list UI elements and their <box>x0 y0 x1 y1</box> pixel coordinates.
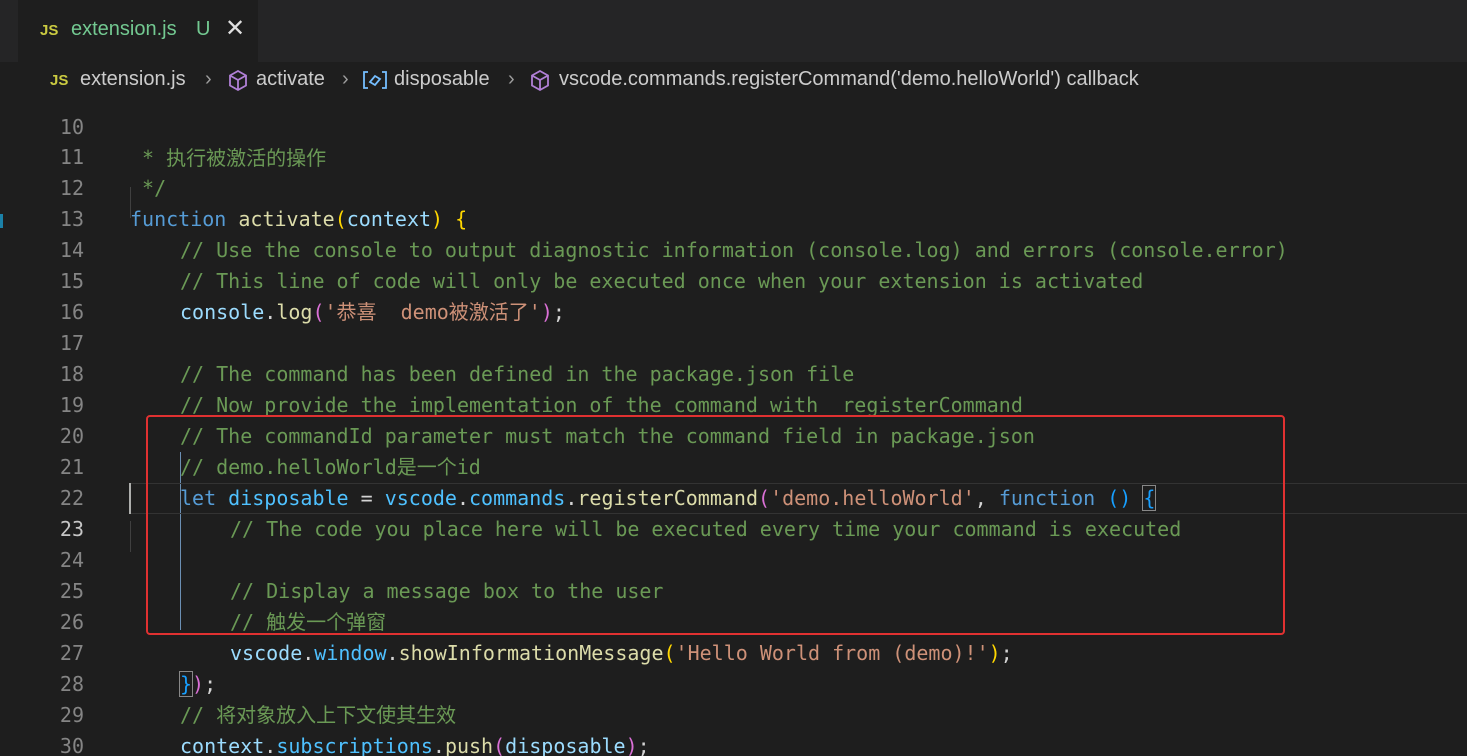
code-line[interactable]: 12 function activate(context) { <box>0 142 1467 231</box>
variable-symbol-icon <box>363 71 387 89</box>
tab-filename: extension.js <box>71 18 177 40</box>
breadcrumb-item-variable[interactable]: disposable <box>394 68 490 91</box>
code-line[interactable]: 30 } <box>0 700 1467 756</box>
javascript-file-icon: JS <box>50 72 69 89</box>
code-line[interactable]: 21 let disposable = vscode.commands.regi… <box>0 421 1467 511</box>
method-symbol-icon <box>531 70 549 92</box>
chevron-right-icon: › <box>205 68 212 90</box>
code-line[interactable]: 29 context.subscriptions.push(disposable… <box>0 669 1467 756</box>
code-line[interactable]: 15 console.log('恭喜 demo被激活了'); <box>0 235 1467 324</box>
tab-extension-js[interactable]: JS extension.js U ✕ <box>18 0 258 62</box>
code-editor[interactable]: 10 * 执行被激活的操作 11 */ 12 function activate… <box>0 96 1467 756</box>
code-line[interactable]: 20 // demo.helloWorld是一个id <box>0 390 1467 479</box>
chevron-right-icon: › <box>342 68 349 90</box>
code-line[interactable]: 19 // The commandId parameter must match… <box>0 359 1467 448</box>
code-line[interactable]: 18 // Now provide the implementation of … <box>0 328 1467 417</box>
code-line[interactable]: 14 // This line of code will only be exe… <box>0 204 1467 293</box>
code-line[interactable]: 31 <box>0 731 1467 756</box>
breadcrumb-item-file[interactable]: extension.js <box>80 68 186 91</box>
tab-git-status: U <box>196 18 211 40</box>
breadcrumb: JS extension.js › activate › disposable … <box>0 62 1467 98</box>
method-symbol-icon <box>229 70 247 92</box>
breadcrumb-item-callback[interactable]: vscode.commands.registerCommand('demo.he… <box>559 68 1139 91</box>
code-line[interactable]: 10 * 执行被激活的操作 <box>0 96 1467 170</box>
code-line[interactable]: 24 // Display a message box to the user <box>0 514 1467 603</box>
code-line[interactable]: 26 vscode.window.showInformationMessage(… <box>0 576 1467 665</box>
breadcrumb-item-function[interactable]: activate <box>256 68 325 91</box>
code-line[interactable]: 17 // The command has been defined in th… <box>0 297 1467 386</box>
code-line[interactable]: 16 <box>0 266 1467 324</box>
code-line[interactable]: 27 }); <box>0 607 1467 697</box>
code-line[interactable]: 25 // 触发一个弹窗 <box>0 545 1467 634</box>
code-line[interactable]: 13 // Use the console to output diagnost… <box>0 173 1467 262</box>
javascript-file-icon: JS <box>40 22 59 39</box>
code-line[interactable]: 22 // The code you place here will be ex… <box>0 452 1467 541</box>
editor-tab-bar: JS extension.js U ✕ <box>0 0 1467 62</box>
code-line[interactable]: 28 // 将对象放入上下文使其生效 <box>0 638 1467 727</box>
code-line[interactable]: 23 <box>0 483 1467 541</box>
code-line[interactable]: 11 */ <box>0 111 1467 200</box>
close-icon[interactable]: ✕ <box>223 16 247 42</box>
chevron-right-icon: › <box>508 68 515 90</box>
